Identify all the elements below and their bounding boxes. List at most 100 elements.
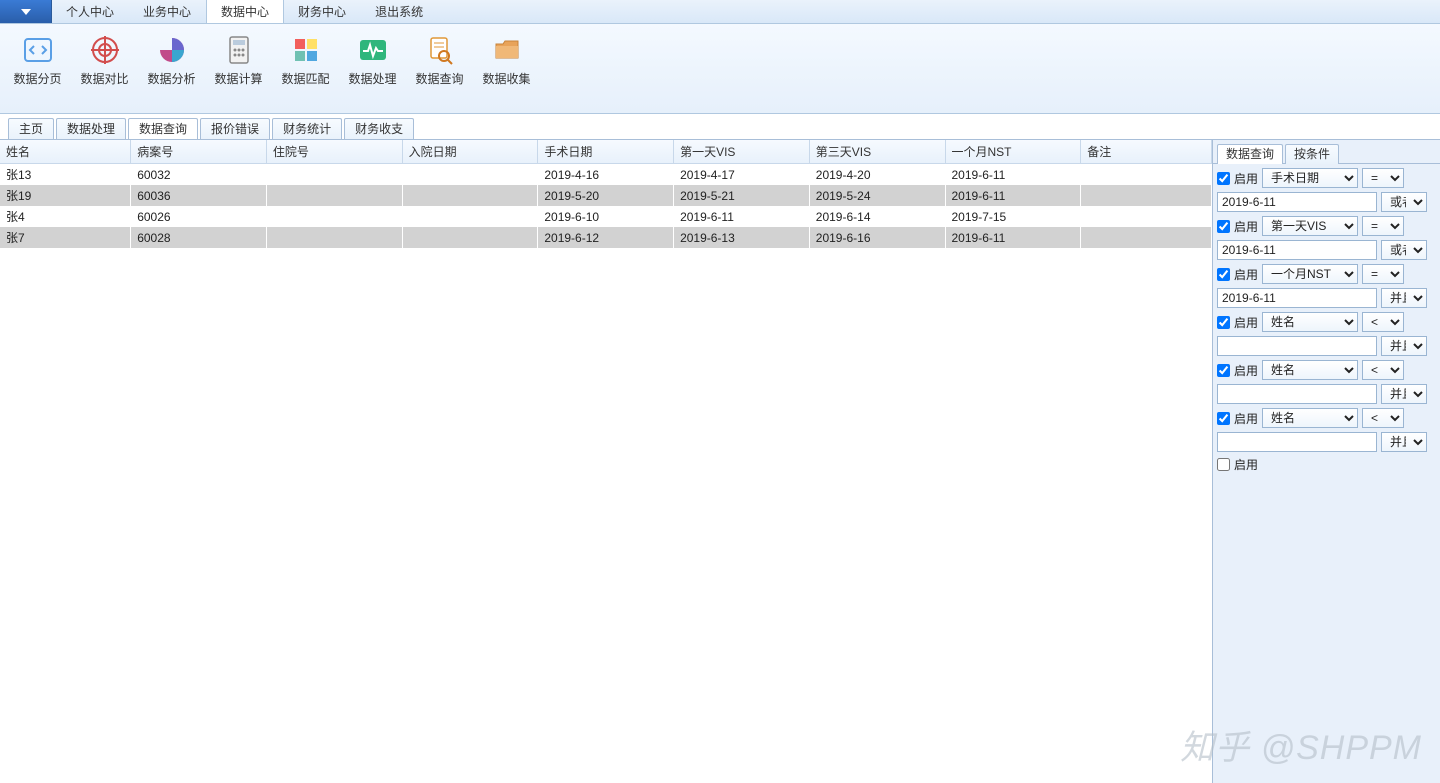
cell: 60028 <box>131 227 267 248</box>
menu-3[interactable]: 财务中心 <box>284 0 361 23</box>
data-table: 姓名病案号住院号入院日期手术日期第一天VIS第三天VIS一个月NST备注 张13… <box>0 140 1212 248</box>
filter-enable-label: 启用 <box>1234 456 1258 473</box>
filter-logic-select[interactable]: 并且 <box>1381 288 1427 308</box>
filter-op-select[interactable]: = <box>1362 216 1404 236</box>
filter-row-top: 启用姓名< <box>1217 312 1436 332</box>
filter-logic-select[interactable]: 或者 <box>1381 240 1427 260</box>
filter-field-select[interactable]: 姓名 <box>1262 408 1358 428</box>
filter-enable-checkbox[interactable] <box>1217 458 1230 471</box>
cell <box>402 164 538 186</box>
filter-value-input[interactable] <box>1217 384 1377 404</box>
filter-value-input[interactable] <box>1217 240 1377 260</box>
cell <box>266 185 402 206</box>
table-row[interactable]: 张13600322019-4-162019-4-172019-4-202019-… <box>0 164 1212 186</box>
target-icon <box>88 33 122 67</box>
filter-pane: 数据查询按条件 启用手术日期=或者启用第一天VIS=或者启用一个月NST=并且启… <box>1212 139 1440 783</box>
filter-row-bottom: 并且 <box>1217 384 1436 404</box>
cell: 张7 <box>0 227 131 248</box>
table-row[interactable]: 张4600262019-6-102019-6-112019-6-142019-7… <box>0 206 1212 227</box>
col-header-0[interactable]: 姓名 <box>0 140 131 164</box>
tab-0[interactable]: 主页 <box>8 118 54 140</box>
filter-enable-checkbox[interactable] <box>1217 364 1230 377</box>
filter-field-select[interactable]: 姓名 <box>1262 312 1358 332</box>
cell: 2019-7-15 <box>945 206 1081 227</box>
filter-row-bottom: 或者 <box>1217 192 1436 212</box>
menu-2[interactable]: 数据中心 <box>206 0 284 23</box>
filter-value-input[interactable] <box>1217 288 1377 308</box>
table-row[interactable]: 张19600362019-5-202019-5-212019-5-242019-… <box>0 185 1212 206</box>
filter-enable-checkbox[interactable] <box>1217 268 1230 281</box>
col-header-1[interactable]: 病案号 <box>131 140 267 164</box>
ribbon-label: 数据计算 <box>214 70 262 87</box>
cell <box>402 185 538 206</box>
col-header-5[interactable]: 第一天VIS <box>674 140 810 164</box>
table-row[interactable]: 张7600282019-6-122019-6-132019-6-162019-6… <box>0 227 1212 248</box>
filter-op-select[interactable]: = <box>1362 168 1404 188</box>
ribbon-btn-7[interactable]: 数据收集 <box>473 26 540 113</box>
pulse-icon <box>356 33 390 67</box>
filter-enable-label: 启用 <box>1234 266 1258 283</box>
ribbon-btn-5[interactable]: 数据处理 <box>339 26 406 113</box>
cell: 2019-6-11 <box>945 227 1081 248</box>
filter-enable-checkbox[interactable] <box>1217 316 1230 329</box>
cell <box>1081 164 1212 186</box>
filter-enable-checkbox[interactable] <box>1217 172 1230 185</box>
ribbon-btn-1[interactable]: 数据对比 <box>71 26 138 113</box>
tab-3[interactable]: 报价错误 <box>200 118 270 140</box>
filter-op-select[interactable]: < <box>1362 408 1404 428</box>
filter-op-select[interactable]: = <box>1362 264 1404 284</box>
filter-value-input[interactable] <box>1217 336 1377 356</box>
cell: 2019-6-14 <box>809 206 945 227</box>
filter-tab-0[interactable]: 数据查询 <box>1217 144 1283 164</box>
filter-value-input[interactable] <box>1217 432 1377 452</box>
content-tabstrip: 主页数据处理数据查询报价错误财务统计财务收支 <box>0 114 1440 138</box>
menu-1[interactable]: 业务中心 <box>129 0 206 23</box>
ribbon-label: 数据查询 <box>415 70 463 87</box>
col-header-2[interactable]: 住院号 <box>266 140 402 164</box>
col-header-4[interactable]: 手术日期 <box>538 140 674 164</box>
filter-logic-select[interactable]: 并且 <box>1381 336 1427 356</box>
filter-enable-checkbox[interactable] <box>1217 220 1230 233</box>
ribbon-btn-6[interactable]: 数据查询 <box>406 26 473 113</box>
filter-field-select[interactable]: 一个月NST <box>1262 264 1358 284</box>
ribbon-btn-4[interactable]: 数据匹配 <box>272 26 339 113</box>
filter-value-input[interactable] <box>1217 192 1377 212</box>
menu-0[interactable]: 个人中心 <box>52 0 129 23</box>
cell: 60032 <box>131 164 267 186</box>
ribbon-btn-3[interactable]: 数据计算 <box>205 26 272 113</box>
filter-field-select[interactable]: 第一天VIS <box>1262 216 1358 236</box>
cell: 2019-5-21 <box>674 185 810 206</box>
code-icon <box>21 33 55 67</box>
filter-row-top: 启用姓名< <box>1217 360 1436 380</box>
col-header-7[interactable]: 一个月NST <box>945 140 1081 164</box>
tab-1[interactable]: 数据处理 <box>56 118 126 140</box>
cell: 2019-6-12 <box>538 227 674 248</box>
filter-enable-checkbox[interactable] <box>1217 412 1230 425</box>
app-menu-button[interactable] <box>0 0 52 23</box>
filter-logic-select[interactable]: 并且 <box>1381 384 1427 404</box>
filter-list: 启用手术日期=或者启用第一天VIS=或者启用一个月NST=并且启用姓名<并且启用… <box>1213 164 1440 477</box>
menu-4[interactable]: 退出系统 <box>361 0 438 23</box>
col-header-3[interactable]: 入院日期 <box>402 140 538 164</box>
filter-op-select[interactable]: < <box>1362 360 1404 380</box>
calculator-icon <box>222 33 256 67</box>
cell <box>266 164 402 186</box>
table-body: 张13600322019-4-162019-4-172019-4-202019-… <box>0 164 1212 249</box>
tab-5[interactable]: 财务收支 <box>344 118 414 140</box>
tab-4[interactable]: 财务统计 <box>272 118 342 140</box>
ribbon-btn-2[interactable]: 数据分析 <box>138 26 205 113</box>
filter-logic-select[interactable]: 并且 <box>1381 432 1427 452</box>
filter-tab-1[interactable]: 按条件 <box>1285 144 1339 164</box>
tab-2[interactable]: 数据查询 <box>128 118 198 140</box>
col-header-8[interactable]: 备注 <box>1081 140 1212 164</box>
cell: 60036 <box>131 185 267 206</box>
ribbon-btn-0[interactable]: 数据分页 <box>4 26 71 113</box>
filter-row-top: 启用手术日期= <box>1217 168 1436 188</box>
col-header-6[interactable]: 第三天VIS <box>809 140 945 164</box>
filter-logic-select[interactable]: 或者 <box>1381 192 1427 212</box>
filter-enable-label: 启用 <box>1234 218 1258 235</box>
filter-field-select[interactable]: 手术日期 <box>1262 168 1358 188</box>
filter-op-select[interactable]: < <box>1362 312 1404 332</box>
filter-field-select[interactable]: 姓名 <box>1262 360 1358 380</box>
folder-icon <box>490 33 524 67</box>
